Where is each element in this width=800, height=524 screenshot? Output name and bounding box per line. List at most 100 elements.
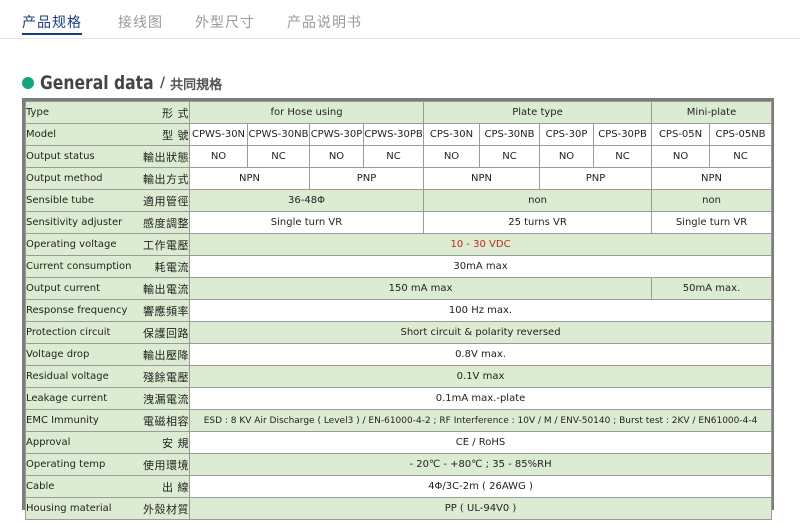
spec-table-frame: Type 形 式 for Hose using Plate type Mini-p… [22, 98, 774, 520]
value-cell: NPN [423, 167, 540, 190]
value-cell: 150 mA max [188, 277, 653, 300]
active-tab-indicator [22, 33, 82, 35]
spec-table: Type 形 式 for Hose using Plate type Mini-p… [25, 101, 773, 520]
tab-bar: 产品规格 接线图 外型尺寸 产品说明书 [0, 0, 800, 40]
table-row: Sensible tube 適用管徑 36-48Φ non non [25, 189, 773, 212]
row-label: Sensible tube 適用管徑 [25, 189, 190, 212]
heading-title-en: General data [40, 72, 154, 94]
value-cell: 0.1V max [188, 365, 773, 388]
value-cell: NO [189, 145, 248, 168]
model-cell: CPS-30NB [479, 123, 540, 146]
value-cell: NC [592, 145, 653, 168]
value-cell: PNP [538, 167, 653, 190]
bullet-dot-icon [22, 77, 34, 89]
row-label: Sensitivity adjuster 感度調整 [25, 211, 190, 234]
heading-title-zh: 共同規格 [170, 77, 223, 93]
value-cell: 10 - 30 VDC [188, 233, 773, 256]
value-cell: NO [309, 145, 364, 168]
tab-wiring-diagram[interactable]: 接线图 [118, 12, 163, 32]
value-cell: PP ( UL-94V0 ) [188, 497, 773, 520]
row-label: Approval 安 規 [25, 431, 190, 454]
model-cell: CPS-05NB [709, 123, 773, 146]
heading-separator: / [160, 75, 166, 91]
table-row: Sensitivity adjuster 感度調整 Single turn VR … [25, 211, 773, 234]
value-cell: NC [363, 145, 424, 168]
value-cell: NC [479, 145, 540, 168]
value-cell: 4Φ/3C-2m ( 26AWG ) [188, 475, 773, 498]
value-cell: NC [709, 145, 773, 168]
value-cell: NO [651, 145, 711, 168]
tab-product-specs[interactable]: 产品规格 [22, 12, 82, 32]
model-cell: CPS-30PB [592, 123, 653, 146]
table-row: Current consumption 耗電流 30mA max [25, 255, 773, 278]
row-label: Operating temp 使用環境 [25, 453, 190, 476]
table-row: Residual voltage 殘餘電壓 0.1V max [25, 365, 773, 388]
row-label: Operating voltage 工作電壓 [25, 233, 190, 256]
model-cell: CPWS-30PB [363, 123, 424, 146]
tab-manual[interactable]: 产品说明书 [287, 12, 362, 32]
row-label: Residual voltage 殘餘電壓 [25, 365, 190, 388]
table-row: Response frequency 響應頻率 100 Hz max. [25, 299, 773, 322]
model-cell: CPWS-30N [189, 123, 248, 146]
row-label: Protection circuit 保護回路 [25, 321, 190, 344]
row-label: EMC Immunity 電磁相容 [25, 409, 190, 432]
table-row: Housing material 外殼材質 PP ( UL-94V0 ) [25, 497, 773, 520]
value-cell: non [651, 189, 773, 212]
row-label: Housing material 外殼材質 [25, 497, 190, 520]
tab-dimensions[interactable]: 外型尺寸 [195, 12, 255, 32]
value-cell: 30mA max [188, 255, 773, 278]
section-heading: General data / 共同規格 [22, 72, 222, 94]
model-cell: CPS-30P [539, 123, 594, 146]
model-cell: CPS-05N [651, 123, 711, 146]
row-label: Response frequency 響應頻率 [25, 299, 190, 322]
table-row: Leakage current 洩漏電流 0.1mA max.-plate [25, 387, 773, 410]
value-cell: ESD : 8 KV Air Discharge ( Level3 ) / EN… [188, 409, 773, 432]
row-label: Current consumption 耗電流 [25, 255, 190, 278]
group-header: for Hose using [189, 101, 424, 124]
value-cell: non [422, 189, 653, 212]
table-row: Operating temp 使用環境 - 20℃ - +80℃ ; 35 - 8… [25, 453, 773, 476]
value-cell: 0.8V max. [188, 343, 773, 366]
value-cell: NC [247, 145, 310, 168]
table-row: Output current 輸出電流 150 mA max 50mA max. [25, 277, 773, 300]
value-cell: 36-48Φ [189, 189, 424, 212]
row-label: Voltage drop 輸出壓降 [25, 343, 190, 366]
value-cell: Single turn VR [651, 211, 773, 234]
value-cell: CE / RoHS [188, 431, 773, 454]
model-cell: CPWS-30P [309, 123, 364, 146]
table-row: Type 形 式 for Hose using Plate type Mini-p… [25, 101, 773, 124]
value-cell: Single turn VR [189, 211, 424, 234]
value-cell: NO [539, 145, 594, 168]
model-cell: CPWS-30NB [247, 123, 310, 146]
value-cell: 0.1mA max.-plate [188, 387, 773, 410]
model-cell: CPS-30N [423, 123, 480, 146]
group-header: Mini-plate [651, 101, 773, 124]
table-row: Model 型 號 CPWS-30N CPWS-30NB CPWS-30P CPW… [25, 123, 773, 146]
value-cell: NPN [189, 167, 310, 190]
row-label: Cable 出 線 [25, 475, 190, 498]
row-label: Output current 輸出電流 [25, 277, 190, 300]
table-row: Approval 安 規 CE / RoHS [25, 431, 773, 454]
value-cell: 100 Hz max. [188, 299, 773, 322]
table-row: EMC Immunity 電磁相容 ESD : 8 KV Air Discharg… [25, 409, 773, 432]
row-label: Output method 輸出方式 [25, 167, 190, 190]
table-row: Output method 輸出方式 NPN PNP NPN PNP NPN [25, 167, 773, 190]
table-row: Operating voltage 工作電壓 10 - 30 VDC [25, 233, 773, 256]
row-label: Leakage current 洩漏電流 [25, 387, 190, 410]
value-cell: NO [423, 145, 480, 168]
tab-divider [0, 38, 800, 39]
group-header: Plate type [422, 101, 653, 124]
table-row: Protection circuit 保護回路 Short circuit & p… [25, 321, 773, 344]
row-label: Output status 輸出狀態 [25, 145, 190, 168]
table-row: Cable 出 線 4Φ/3C-2m ( 26AWG ) [25, 475, 773, 498]
table-row: Output status 輸出狀態 NO NC NO NC NO NC NO N… [25, 145, 773, 168]
value-cell: - 20℃ - +80℃ ; 35 - 85%RH [188, 453, 773, 476]
row-label: Model 型 號 [25, 123, 190, 146]
value-cell: 25 turns VR [422, 211, 653, 234]
value-cell: NPN [651, 167, 773, 190]
row-label: Type 形 式 [25, 101, 190, 124]
value-cell: 50mA max. [651, 277, 773, 300]
table-row: Voltage drop 輸出壓降 0.8V max. [25, 343, 773, 366]
value-cell: PNP [309, 167, 424, 190]
value-cell: Short circuit & polarity reversed [188, 321, 773, 344]
